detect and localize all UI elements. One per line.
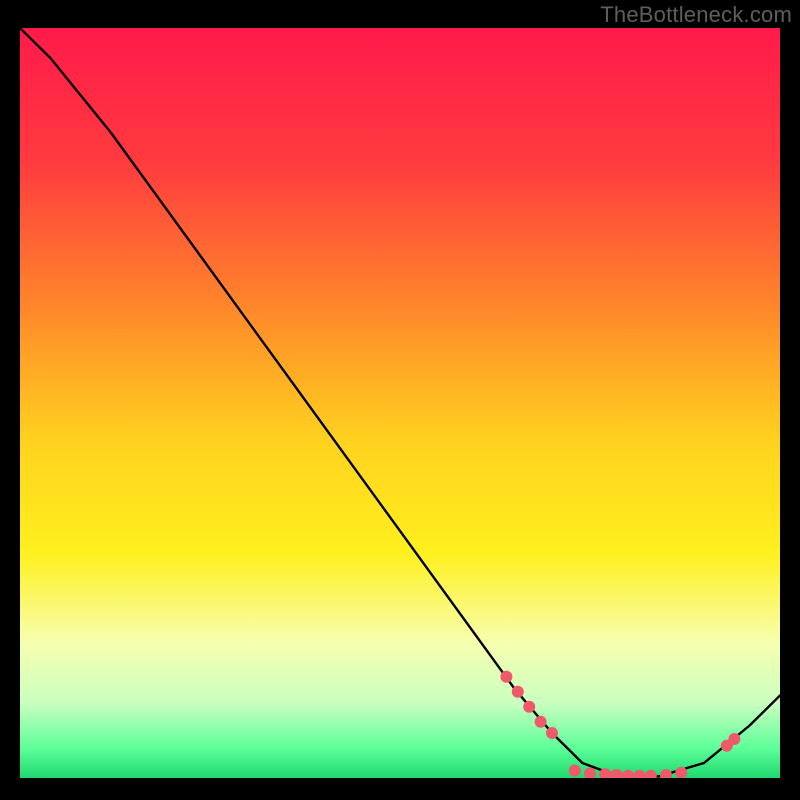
data-marker (569, 765, 581, 777)
watermark-text: TheBottleneck.com (600, 2, 792, 28)
chart-frame: TheBottleneck.com (0, 0, 800, 800)
data-marker (728, 733, 740, 745)
chart-plot-area (20, 28, 780, 778)
gradient-background (20, 28, 780, 778)
data-marker (512, 686, 524, 698)
data-marker (535, 716, 547, 728)
data-marker (500, 671, 512, 683)
data-marker (546, 727, 558, 739)
data-marker (523, 701, 535, 713)
chart-svg (20, 28, 780, 778)
